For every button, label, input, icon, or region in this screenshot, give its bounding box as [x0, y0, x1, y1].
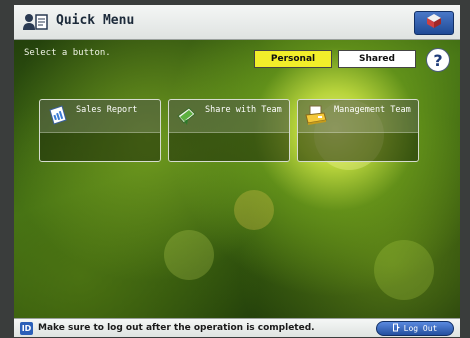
page-title: Quick Menu — [56, 13, 135, 28]
title-bar: Quick Menu — [14, 5, 460, 40]
tab-personal[interactable]: Personal — [254, 50, 332, 68]
quick-button-share-with-team[interactable]: Share with Team — [168, 99, 290, 162]
tile-header: Management Team — [298, 100, 418, 133]
tile-header: Share with Team — [169, 100, 289, 133]
tile-label: Management Team — [334, 105, 411, 115]
person-document-icon — [22, 12, 50, 32]
background-bokeh — [374, 240, 434, 300]
quick-button-management-team[interactable]: Management Team — [297, 99, 419, 162]
quick-button-sales-report[interactable]: Sales Report — [39, 99, 161, 162]
quick-menu-panel: Select a button. Personal Shared ? Sales… — [14, 40, 460, 318]
tile-label: Sales Report — [76, 105, 138, 115]
home-button[interactable] — [414, 11, 454, 35]
background-bokeh — [234, 190, 274, 230]
send-document-icon — [175, 104, 199, 128]
help-button[interactable]: ? — [426, 48, 450, 72]
tile-header: Sales Report — [40, 100, 160, 133]
printer-documents-icon — [304, 104, 328, 128]
instruction-text: Select a button. — [24, 48, 111, 58]
tile-label: Share with Team — [205, 105, 282, 115]
id-info-icon: ID — [20, 322, 33, 335]
tab-shared[interactable]: Shared — [338, 50, 416, 68]
status-bar: ID Make sure to log out after the operat… — [14, 318, 460, 337]
logout-label: Log Out — [403, 324, 438, 333]
status-message: Make sure to log out after the operation… — [38, 323, 315, 333]
document-chart-icon — [46, 104, 70, 128]
background-bokeh — [164, 230, 214, 280]
logout-button[interactable]: Log Out — [376, 321, 454, 336]
device-screen: Quick Menu Select a button. Personal Sha… — [14, 5, 460, 337]
logout-arrow-icon — [392, 323, 402, 334]
home-box-icon — [426, 13, 442, 33]
